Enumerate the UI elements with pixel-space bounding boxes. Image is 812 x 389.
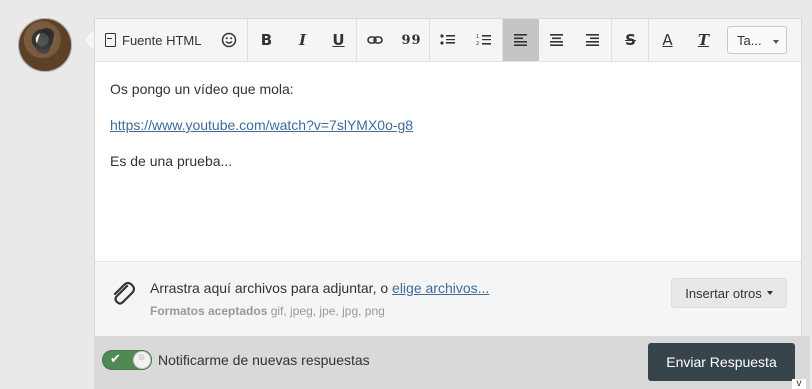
- html-source-button[interactable]: Fuente HTML: [95, 19, 211, 61]
- strikethrough-button[interactable]: S: [612, 19, 648, 61]
- underline-button[interactable]: U: [320, 19, 356, 61]
- clear-format-button[interactable]: T: [685, 19, 721, 61]
- italic-icon: I: [298, 31, 306, 49]
- link-icon: [367, 36, 384, 44]
- smile-icon: [222, 32, 237, 48]
- editor-toolbar: Fuente HTML B I U 99 1 2 S A T Ta...: [95, 19, 801, 62]
- content-line: Os pongo un vídeo que mola:: [110, 81, 294, 97]
- youtube-link[interactable]: https://www.youtube.com/watch?v=7slYMX0o…: [110, 117, 413, 133]
- bullet-list-icon: [440, 34, 456, 45]
- user-avatar: [18, 18, 72, 72]
- insert-other-button[interactable]: Insertar otros: [671, 278, 787, 308]
- align-left-button[interactable]: [503, 19, 540, 61]
- choose-files-link[interactable]: elige archivos...: [392, 280, 489, 296]
- formats-list: gif, jpeg, jpe, jpg, png: [270, 304, 385, 318]
- html-source-label: Fuente HTML: [122, 32, 202, 48]
- align-right-icon: [586, 34, 600, 46]
- paperclip-icon: [113, 281, 135, 305]
- send-reply-button[interactable]: Enviar Respuesta: [648, 343, 795, 381]
- text-color-icon: A: [662, 31, 673, 49]
- bullet-list-button[interactable]: [430, 19, 466, 61]
- chevron-down-icon: [773, 40, 779, 44]
- editor-content[interactable]: Os pongo un vídeo que mola: https://www.…: [95, 62, 801, 261]
- underline-icon: U: [332, 31, 345, 49]
- caret-down-icon: [766, 291, 773, 295]
- align-left-icon: [514, 34, 528, 46]
- text-color-button[interactable]: A: [649, 19, 685, 61]
- numbered-list-icon: 1 2: [476, 34, 492, 47]
- align-right-button[interactable]: [575, 19, 611, 61]
- reply-editor: Fuente HTML B I U 99 1 2 S A T Ta... Os …: [94, 18, 802, 336]
- reply-footer: ✔ Notificarme de nuevas respuestas Envia…: [94, 336, 810, 389]
- resize-handle-icon[interactable]: v: [792, 379, 806, 389]
- accepted-formats: Formatos aceptados gif, jpeg, jpe, jpg, …: [150, 304, 385, 318]
- blockquote-button[interactable]: 99: [393, 19, 429, 61]
- toggle-knob: [134, 350, 150, 368]
- notify-toggle[interactable]: ✔: [102, 350, 152, 370]
- svg-text:2: 2: [476, 41, 479, 47]
- emoji-button[interactable]: [211, 19, 247, 61]
- send-reply-label: Enviar Respuesta: [666, 354, 777, 370]
- insert-other-label: Insertar otros: [685, 285, 762, 301]
- bold-button[interactable]: B: [248, 19, 284, 61]
- formats-label: Formatos aceptados: [150, 304, 268, 318]
- align-center-icon: [550, 34, 564, 46]
- notify-label: Notificarme de nuevas respuestas: [158, 352, 370, 368]
- attachment-area[interactable]: Arrastra aquí archivos para adjuntar, o …: [95, 261, 801, 336]
- styles-dropdown-label: Ta...: [737, 32, 762, 48]
- clear-format-icon: T: [697, 31, 710, 49]
- numbered-list-button[interactable]: 1 2: [466, 19, 502, 61]
- document-icon: [105, 33, 116, 47]
- styles-dropdown[interactable]: Ta...: [727, 26, 787, 54]
- bold-icon: B: [260, 31, 273, 49]
- align-center-button[interactable]: [539, 19, 575, 61]
- checkmark-icon: ✔: [110, 352, 121, 367]
- editor-pointer: [84, 30, 94, 50]
- link-button[interactable]: [357, 19, 393, 61]
- strikethrough-icon: S: [625, 31, 636, 49]
- content-line: Es de una prueba...: [110, 153, 233, 169]
- quote-icon: 99: [401, 32, 422, 48]
- svg-text:1: 1: [476, 34, 479, 40]
- attachment-text: Arrastra aquí archivos para adjuntar, o: [150, 280, 389, 296]
- italic-button[interactable]: I: [284, 19, 320, 61]
- attachment-instructions: Arrastra aquí archivos para adjuntar, o …: [150, 280, 489, 296]
